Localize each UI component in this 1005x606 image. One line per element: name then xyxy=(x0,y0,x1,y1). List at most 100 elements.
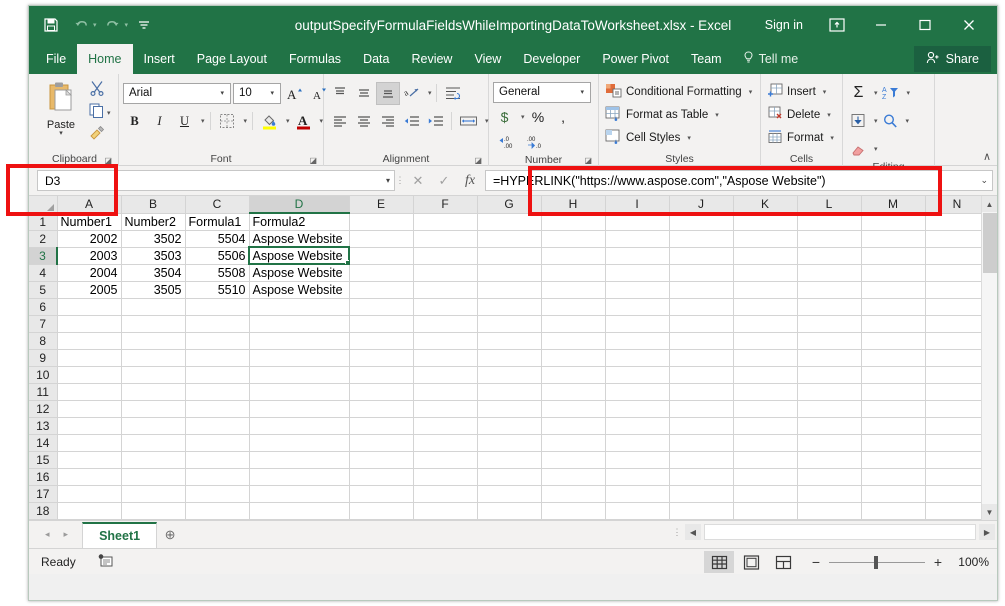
cell-D2[interactable]: Aspose Website xyxy=(249,230,349,247)
cell-M17[interactable] xyxy=(861,485,925,502)
clear-button[interactable] xyxy=(847,138,870,161)
cell-D16[interactable] xyxy=(249,468,349,485)
cell-I3[interactable] xyxy=(605,247,669,264)
align-middle-button[interactable] xyxy=(352,82,375,105)
ribbon-display-options-icon[interactable] xyxy=(815,9,859,41)
underline-button[interactable]: U xyxy=(173,110,196,133)
cell-L14[interactable] xyxy=(797,434,861,451)
cell-E12[interactable] xyxy=(349,400,413,417)
column-header-a[interactable]: A xyxy=(57,196,121,213)
cell-E3[interactable] xyxy=(349,247,413,264)
cell-H14[interactable] xyxy=(541,434,605,451)
format-painter-button[interactable] xyxy=(89,125,111,146)
cell-L8[interactable] xyxy=(797,332,861,349)
cell-A8[interactable] xyxy=(57,332,121,349)
cell-I14[interactable] xyxy=(605,434,669,451)
cell-L2[interactable] xyxy=(797,230,861,247)
cell-M18[interactable] xyxy=(861,502,925,519)
cell-J8[interactable] xyxy=(669,332,733,349)
cell-H18[interactable] xyxy=(541,502,605,519)
font-color-button[interactable]: A xyxy=(292,110,315,133)
tab-review[interactable]: Review xyxy=(400,44,463,74)
cell-C9[interactable] xyxy=(185,349,249,366)
cell-F11[interactable] xyxy=(413,383,477,400)
cell-E1[interactable] xyxy=(349,213,413,230)
increase-decimal-button[interactable]: .0.00 xyxy=(493,131,521,154)
zoom-in-button[interactable]: + xyxy=(932,554,944,570)
cell-B8[interactable] xyxy=(121,332,185,349)
merge-and-center-button[interactable] xyxy=(456,110,481,133)
tab-view[interactable]: View xyxy=(463,44,512,74)
cell-F15[interactable] xyxy=(413,451,477,468)
column-header-d[interactable]: D xyxy=(249,196,349,213)
cell-B3[interactable]: 3503 xyxy=(121,247,185,264)
sort-and-filter-button[interactable]: AZ xyxy=(879,82,903,105)
cell-H9[interactable] xyxy=(541,349,605,366)
clipboard-dialog-launcher-icon[interactable]: ◪ xyxy=(104,156,112,165)
cell-K16[interactable] xyxy=(733,468,797,485)
cell-N7[interactable] xyxy=(925,315,989,332)
cell-L15[interactable] xyxy=(797,451,861,468)
cell-M16[interactable] xyxy=(861,468,925,485)
row-header-8[interactable]: 8 xyxy=(29,332,57,349)
number-format-combo[interactable]: General ▾ xyxy=(493,82,591,103)
insert-function-icon[interactable]: fx xyxy=(457,170,483,192)
cell-N10[interactable] xyxy=(925,366,989,383)
cell-J2[interactable] xyxy=(669,230,733,247)
cell-styles-dropdown-icon[interactable]: ▾ xyxy=(687,134,691,142)
cell-G9[interactable] xyxy=(477,349,541,366)
cell-E13[interactable] xyxy=(349,417,413,434)
cell-E4[interactable] xyxy=(349,264,413,281)
underline-dropdown-icon[interactable]: ▾ xyxy=(201,117,205,125)
cell-H17[interactable] xyxy=(541,485,605,502)
cell-N4[interactable] xyxy=(925,264,989,281)
cell-B14[interactable] xyxy=(121,434,185,451)
cell-B11[interactable] xyxy=(121,383,185,400)
cell-E16[interactable] xyxy=(349,468,413,485)
format-cells-button[interactable]: Format ▾ xyxy=(765,127,836,149)
cell-C13[interactable] xyxy=(185,417,249,434)
cell-H11[interactable] xyxy=(541,383,605,400)
cell-K11[interactable] xyxy=(733,383,797,400)
expand-formula-bar-icon[interactable]: ⌄ xyxy=(976,175,988,186)
column-header-k[interactable]: K xyxy=(733,196,797,213)
cell-I2[interactable] xyxy=(605,230,669,247)
cell-C1[interactable]: Formula1 xyxy=(185,213,249,230)
cell-F8[interactable] xyxy=(413,332,477,349)
cell-D15[interactable] xyxy=(249,451,349,468)
cell-C3[interactable]: 5506 xyxy=(185,247,249,264)
cell-L12[interactable] xyxy=(797,400,861,417)
cell-I11[interactable] xyxy=(605,383,669,400)
cell-H3[interactable] xyxy=(541,247,605,264)
autosum-dropdown-icon[interactable]: ▾ xyxy=(874,89,878,97)
font-size-combo[interactable]: 10 ▾ xyxy=(233,83,281,104)
cell-N17[interactable] xyxy=(925,485,989,502)
cell-G14[interactable] xyxy=(477,434,541,451)
cell-B17[interactable] xyxy=(121,485,185,502)
cell-A3[interactable]: 2003 xyxy=(57,247,121,264)
cell-H13[interactable] xyxy=(541,417,605,434)
cell-I7[interactable] xyxy=(605,315,669,332)
cell-M13[interactable] xyxy=(861,417,925,434)
font-color-dropdown-icon[interactable]: ▾ xyxy=(320,117,324,125)
row-header-15[interactable]: 15 xyxy=(29,451,57,468)
font-name-combo[interactable]: Arial ▾ xyxy=(123,83,231,104)
cell-H16[interactable] xyxy=(541,468,605,485)
cell-B16[interactable] xyxy=(121,468,185,485)
italic-button[interactable]: I xyxy=(148,110,171,133)
add-sheet-icon[interactable]: ⊕ xyxy=(157,522,183,548)
fill-dropdown-icon[interactable]: ▾ xyxy=(874,117,878,125)
cell-L5[interactable] xyxy=(797,281,861,298)
column-header-b[interactable]: B xyxy=(121,196,185,213)
cell-B13[interactable] xyxy=(121,417,185,434)
column-header-n[interactable]: N xyxy=(925,196,989,213)
cell-H2[interactable] xyxy=(541,230,605,247)
insert-cells-button[interactable]: Insert ▾ xyxy=(765,81,828,103)
cell-J16[interactable] xyxy=(669,468,733,485)
cell-H5[interactable] xyxy=(541,281,605,298)
cell-L7[interactable] xyxy=(797,315,861,332)
cell-A18[interactable] xyxy=(57,502,121,519)
cell-N8[interactable] xyxy=(925,332,989,349)
cell-J4[interactable] xyxy=(669,264,733,281)
font-dialog-launcher-icon[interactable]: ◪ xyxy=(309,156,317,165)
